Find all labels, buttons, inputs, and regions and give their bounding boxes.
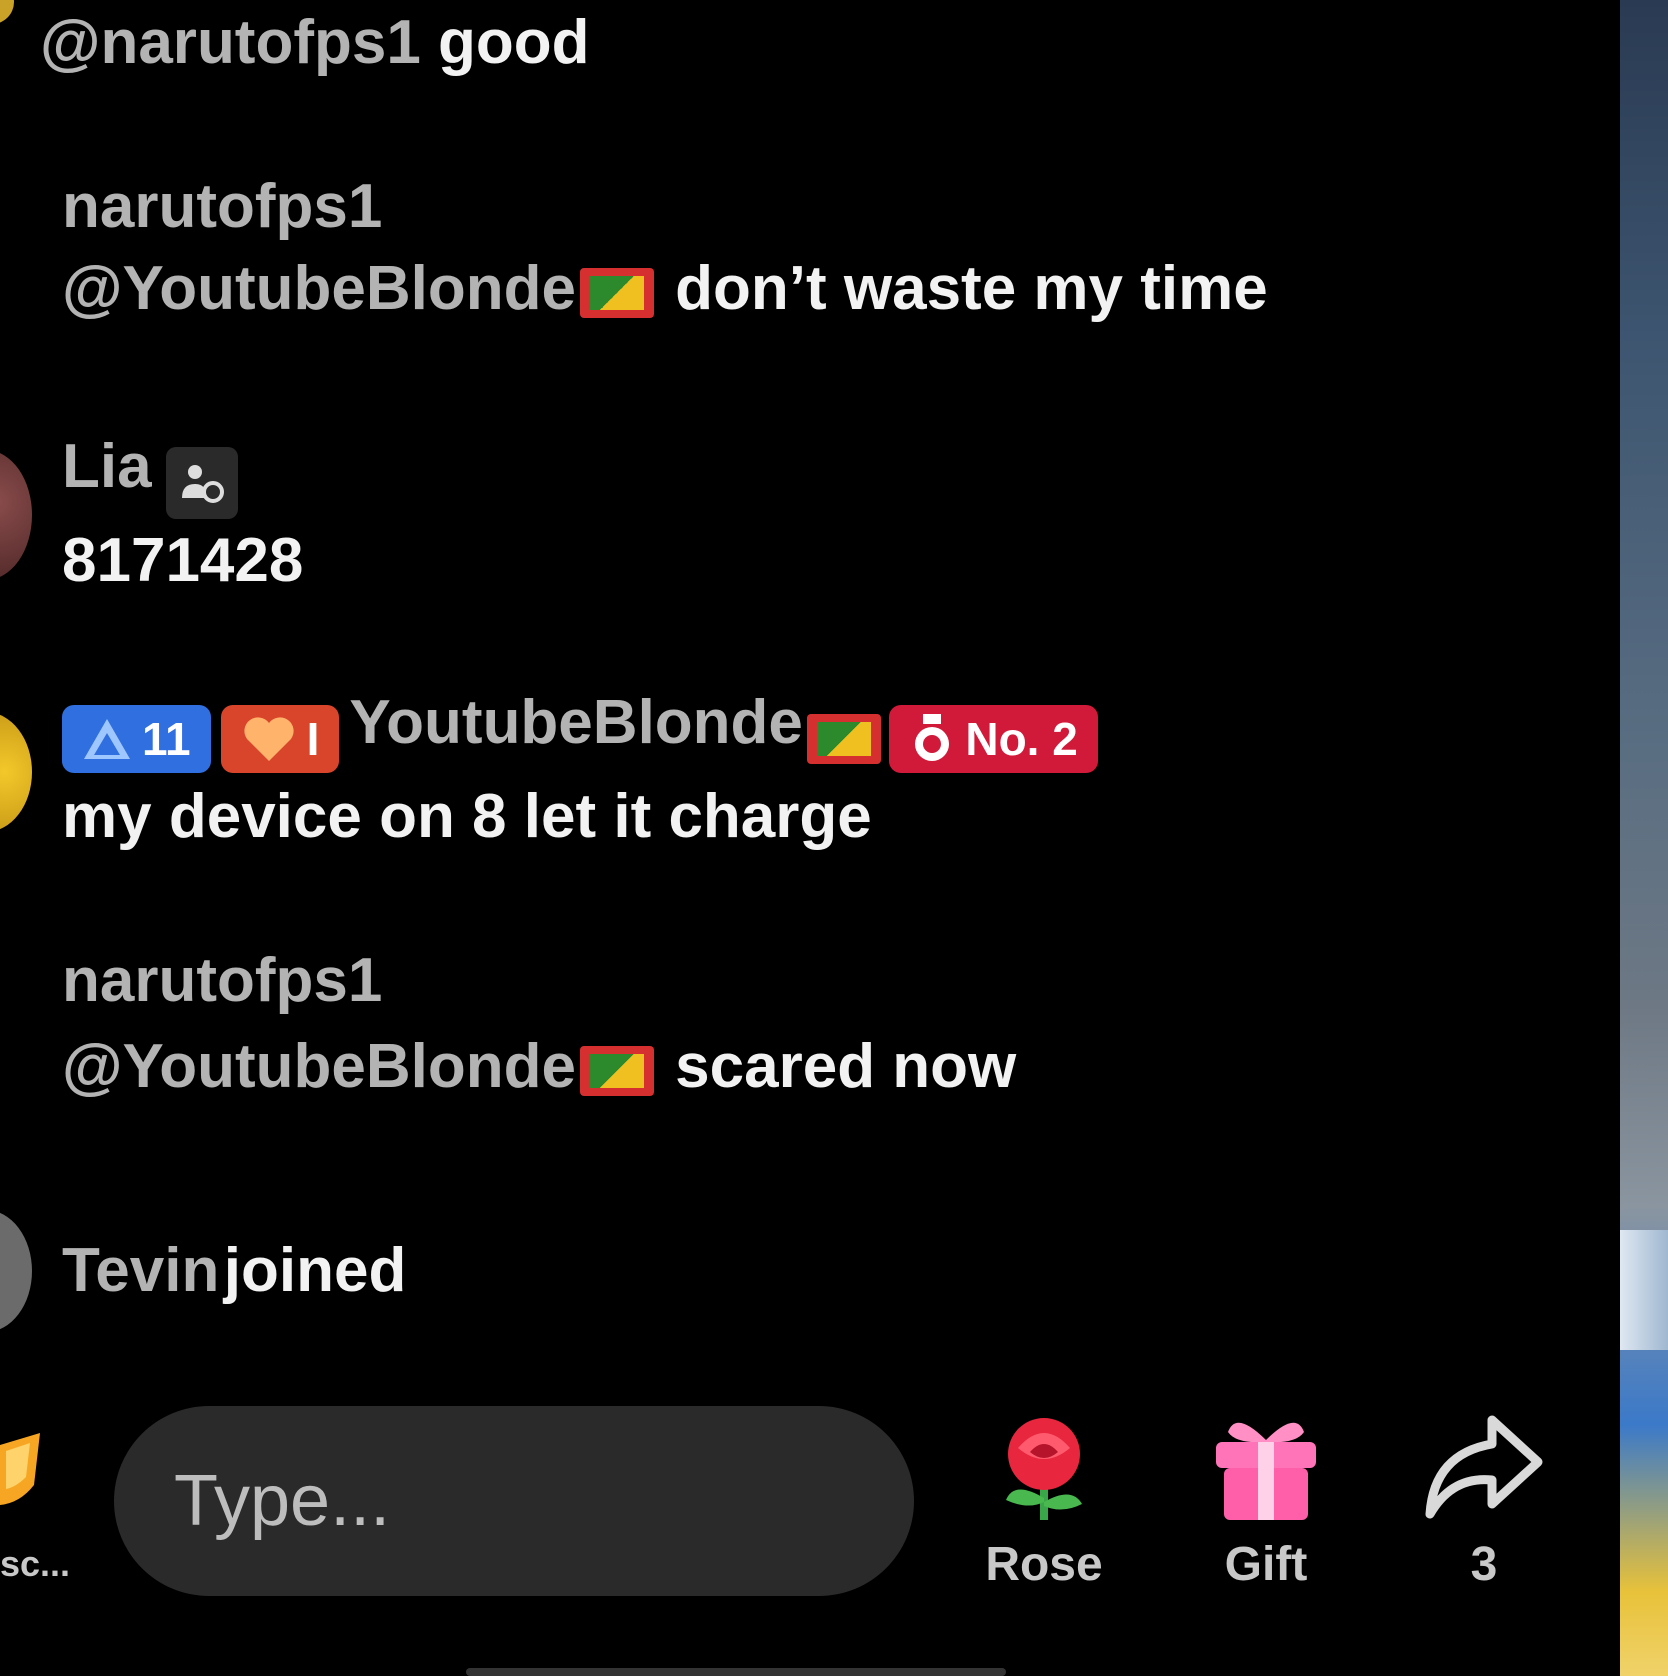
left-action-button[interactable]: sc... xyxy=(0,1425,70,1584)
share-button[interactable]: 3 xyxy=(1414,1410,1554,1592)
chat-message-partial: @narutofps1 good xyxy=(40,12,590,74)
comment-input[interactable] xyxy=(114,1406,914,1596)
chat-message: 11 I YoutubeBlonde No. 2 xyxy=(62,692,1108,773)
grenada-flag-icon xyxy=(579,267,654,318)
live-chat-feed[interactable]: @narutofps1 good narutofps1 @YoutubeBlon… xyxy=(0,0,1610,1400)
live-video-preview[interactable] xyxy=(1620,0,1668,1676)
chat-username[interactable]: Lia xyxy=(62,432,152,501)
gift-label: Gift xyxy=(1224,1538,1308,1591)
chat-username[interactable]: Tevin xyxy=(62,1236,219,1305)
grenada-flag-icon xyxy=(806,713,881,764)
mention[interactable]: @narutofps1 xyxy=(40,8,421,77)
share-count: 3 xyxy=(1470,1538,1498,1591)
share-arrow-icon xyxy=(1425,1415,1543,1519)
join-text: joined xyxy=(223,1236,407,1305)
chat-message-body: @YoutubeBlonde don’t waste my time xyxy=(62,258,1268,320)
fan-club-badge[interactable]: I xyxy=(220,704,340,773)
chat-message: narutofps1 xyxy=(62,950,382,1012)
mention[interactable]: @YoutubeBlonde xyxy=(62,1032,576,1101)
level-triangle-icon xyxy=(84,718,130,759)
chat-message-body: my device on 8 let it charge xyxy=(62,786,872,848)
chat-text: @narutofps1 good xyxy=(40,8,590,77)
join-event: Tevin joined xyxy=(62,1240,406,1302)
mention[interactable]: @YoutubeBlonde xyxy=(62,254,576,323)
level-badge[interactable]: 11 xyxy=(62,704,211,773)
chat-text: 8171428 xyxy=(62,526,304,595)
avatar[interactable] xyxy=(0,0,14,24)
chat-message: narutofps1 xyxy=(62,176,382,238)
heart-icon xyxy=(244,717,294,761)
cheer-icon xyxy=(0,1433,40,1505)
rose-icon xyxy=(1006,1418,1082,1520)
rose-button[interactable]: Rose xyxy=(974,1410,1114,1592)
left-action-label: sc... xyxy=(0,1543,71,1584)
chat-message-body: 8171428 xyxy=(62,530,303,592)
chat-username[interactable]: YoutubeBlonde xyxy=(349,688,802,757)
avatar[interactable] xyxy=(0,712,32,832)
chat-message: Lia xyxy=(62,436,239,519)
chat-message-body: @YoutubeBlonde scared now xyxy=(62,1036,1016,1098)
chat-text: @YoutubeBlonde scared now xyxy=(62,1032,1017,1101)
chat-username[interactable]: narutofps1 xyxy=(62,176,382,238)
chat-username[interactable]: narutofps1 xyxy=(62,950,382,1012)
rank-badge[interactable]: No. 2 xyxy=(889,704,1098,773)
home-indicator xyxy=(466,1668,1006,1676)
rose-label: Rose xyxy=(985,1538,1103,1591)
bottom-action-bar: sc... Rose Gift 3 xyxy=(0,1400,1610,1630)
chat-text: my device on 8 let it charge xyxy=(62,782,872,851)
medal-icon xyxy=(915,713,950,761)
gift-icon xyxy=(1216,1422,1316,1520)
avatar[interactable] xyxy=(0,1210,32,1332)
video-highlight xyxy=(1620,1230,1668,1350)
moderator-icon xyxy=(166,446,239,519)
avatar[interactable] xyxy=(0,450,32,580)
chat-text: @YoutubeBlonde don’t waste my time xyxy=(62,254,1268,323)
gift-button[interactable]: Gift xyxy=(1196,1410,1336,1592)
grenada-flag-icon xyxy=(579,1045,654,1096)
